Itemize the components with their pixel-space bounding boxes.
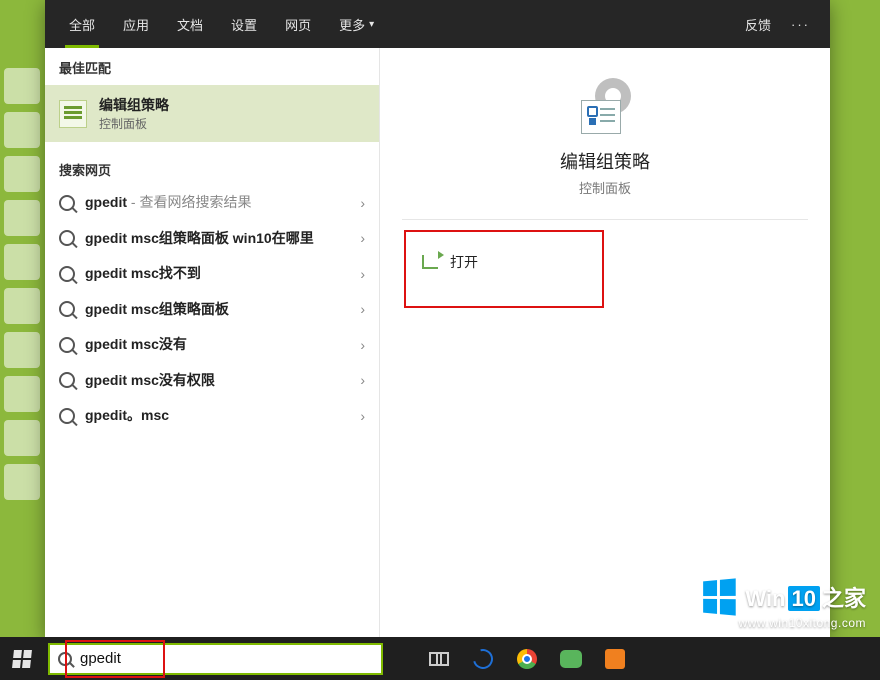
chevron-right-icon[interactable]: › <box>360 372 365 388</box>
open-action[interactable]: 打开 <box>406 246 602 278</box>
app-icon <box>605 649 625 669</box>
best-match-title: 编辑组策略 <box>99 95 169 115</box>
web-result-item[interactable]: gpedit。msc › <box>45 398 379 434</box>
taskbar <box>0 637 880 680</box>
tab-label: 更多 <box>339 15 365 34</box>
gpedit-icon <box>59 100 87 128</box>
annotation-box: 打开 <box>404 230 604 308</box>
chevron-right-icon[interactable]: › <box>360 337 365 353</box>
tab-all[interactable]: 全部 <box>55 0 109 48</box>
web-result-item[interactable]: gpedit msc组策略面板 › <box>45 292 379 328</box>
preview-pane: 编辑组策略 控制面板 打开 <box>380 48 830 637</box>
task-view-button[interactable] <box>417 637 461 680</box>
web-results-header: 搜索网页 <box>45 150 379 185</box>
search-icon <box>59 337 75 353</box>
search-icon <box>59 408 75 424</box>
tab-label: 网页 <box>285 15 311 34</box>
tab-more[interactable]: 更多 ▾ <box>325 0 388 48</box>
feedback-link[interactable]: 反馈 <box>735 15 781 34</box>
tab-apps[interactable]: 应用 <box>109 0 163 48</box>
preview-subtitle: 控制面板 <box>579 178 631 197</box>
search-filter-bar: 全部 应用 文档 设置 网页 更多 ▾ 反馈 ··· <box>45 0 830 48</box>
taskbar-search-box[interactable] <box>48 643 383 675</box>
preview-title: 编辑组策略 <box>560 148 650 174</box>
windows-start-icon <box>12 650 32 668</box>
web-result-item[interactable]: gpedit msc组策略面板 win10在哪里 › <box>45 221 379 257</box>
chevron-down-icon: ▾ <box>369 19 374 30</box>
search-icon <box>58 652 72 666</box>
taskbar-app-edge[interactable] <box>461 637 505 680</box>
windows-logo-icon <box>704 578 737 615</box>
web-result-item[interactable]: gpedit msc没有权限 › <box>45 363 379 399</box>
watermark-url: www.win10xitong.com <box>701 616 866 630</box>
chevron-right-icon[interactable]: › <box>360 230 365 246</box>
tab-web[interactable]: 网页 <box>271 0 325 48</box>
edge-icon <box>469 645 496 672</box>
chevron-right-icon[interactable]: › <box>360 195 365 211</box>
divider <box>402 219 808 220</box>
tab-documents[interactable]: 文档 <box>163 0 217 48</box>
web-result-item[interactable]: gpedit msc没有 › <box>45 327 379 363</box>
desktop-icons-area <box>0 60 45 620</box>
chevron-right-icon[interactable]: › <box>360 301 365 317</box>
search-icon <box>59 230 75 246</box>
tab-label: 应用 <box>123 15 149 34</box>
search-input[interactable] <box>80 650 381 667</box>
watermark: Win10之家 www.win10xitong.com <box>701 580 866 630</box>
taskbar-app-wechat[interactable] <box>549 637 593 680</box>
options-menu[interactable]: ··· <box>781 17 820 32</box>
tab-label: 设置 <box>231 15 257 34</box>
chrome-icon <box>517 649 537 669</box>
open-label: 打开 <box>450 252 478 272</box>
open-icon <box>422 255 438 269</box>
tab-label: 全部 <box>69 15 95 34</box>
search-icon <box>59 195 75 211</box>
wechat-icon <box>560 650 582 668</box>
web-result-item[interactable]: gpedit msc找不到 › <box>45 256 379 292</box>
chevron-right-icon[interactable]: › <box>360 266 365 282</box>
tab-label: 文档 <box>177 15 203 34</box>
best-match-subtitle: 控制面板 <box>99 115 169 132</box>
task-view-icon <box>429 652 449 666</box>
start-button[interactable] <box>0 637 44 680</box>
best-match-item[interactable]: 编辑组策略 控制面板 <box>45 85 379 142</box>
web-results-list: gpedit - 查看网络搜索结果 › gpedit msc组策略面板 win1… <box>45 185 379 434</box>
filter-tabs: 全部 应用 文档 设置 网页 更多 ▾ <box>55 0 388 48</box>
preview-app-icon <box>573 78 637 134</box>
best-match-header: 最佳匹配 <box>45 48 379 83</box>
tab-settings[interactable]: 设置 <box>217 0 271 48</box>
search-icon <box>59 372 75 388</box>
taskbar-app-generic[interactable] <box>593 637 637 680</box>
search-icon <box>59 301 75 317</box>
watermark-brand: Win10之家 <box>745 581 866 613</box>
taskbar-app-chrome[interactable] <box>505 637 549 680</box>
search-icon <box>59 266 75 282</box>
search-flyout: 全部 应用 文档 设置 网页 更多 ▾ 反馈 ··· 最佳匹配 编辑组策略 控制面… <box>45 0 830 637</box>
chevron-right-icon[interactable]: › <box>360 408 365 424</box>
results-pane: 最佳匹配 编辑组策略 控制面板 搜索网页 gpedit - 查看网络搜索结果 ›… <box>45 48 380 637</box>
web-result-item[interactable]: gpedit - 查看网络搜索结果 › <box>45 185 379 221</box>
